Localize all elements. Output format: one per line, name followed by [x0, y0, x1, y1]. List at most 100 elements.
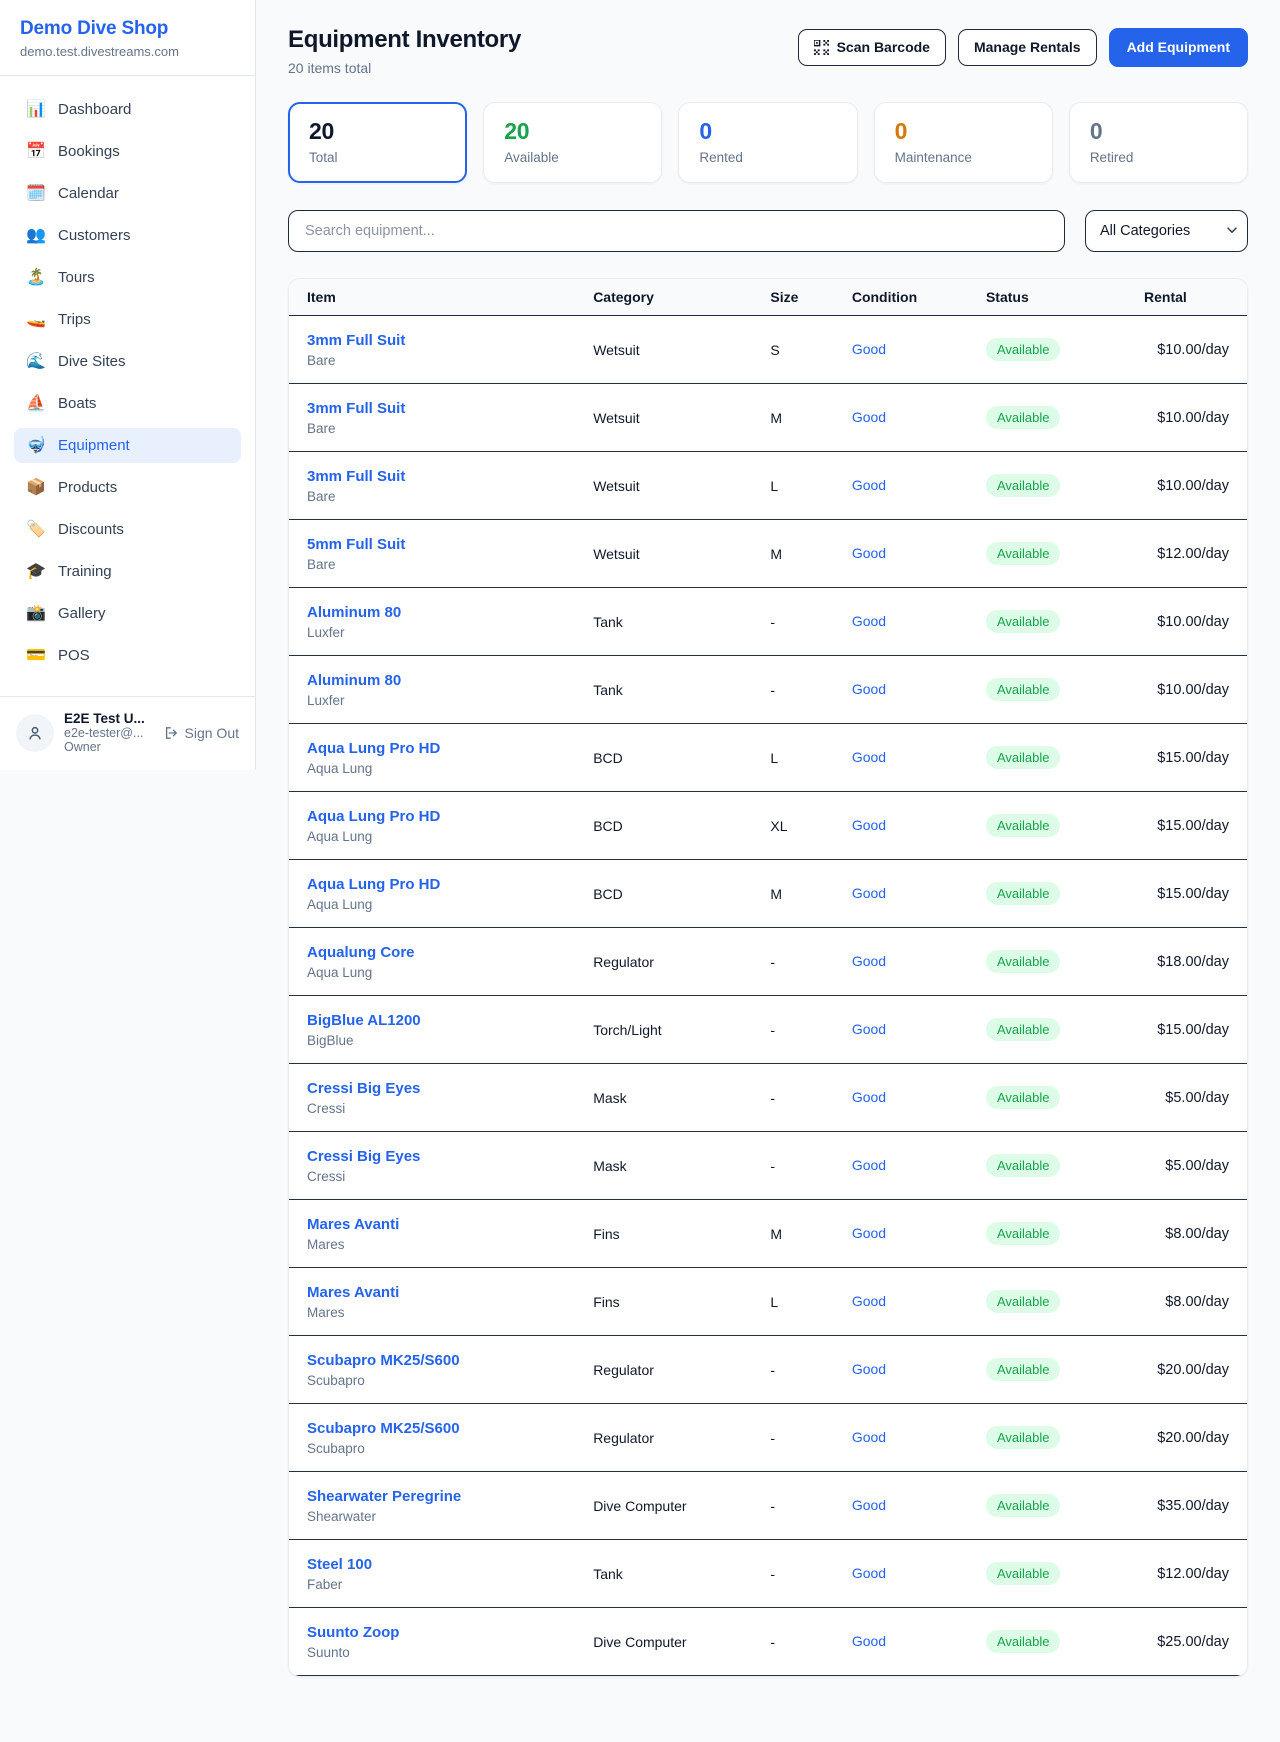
item-rental: $10.00/day — [1132, 588, 1247, 656]
brand-block[interactable]: Demo Dive Shop demo.test.divestreams.com — [0, 0, 255, 76]
sidebar-item-customers[interactable]: 👥 Customers — [14, 218, 241, 253]
stat-card-rented[interactable]: 0 Rented — [678, 102, 857, 183]
nav-item-label: Training — [58, 563, 112, 580]
sidebar-item-boats[interactable]: ⛵ Boats — [14, 386, 241, 421]
condition-link[interactable]: Good — [852, 613, 886, 629]
table-row[interactable]: Aqua Lung Pro HD Aqua Lung BCD XL Good A… — [289, 792, 1247, 860]
sidebar-item-products[interactable]: 📦 Products — [14, 470, 241, 505]
sidebar-item-equipment[interactable]: 🤿 Equipment — [14, 428, 241, 463]
sidebar-item-dive-sites[interactable]: 🌊 Dive Sites — [14, 344, 241, 379]
table-row[interactable]: Mares Avanti Mares Fins L Good Available — [289, 1268, 1247, 1336]
item-name-link[interactable]: 3mm Full Suit — [307, 468, 569, 485]
table-row[interactable]: Shearwater Peregrine Shearwater Dive Com… — [289, 1472, 1247, 1540]
condition-link[interactable]: Good — [852, 1293, 886, 1309]
item-name-link[interactable]: 5mm Full Suit — [307, 536, 569, 553]
condition-link[interactable]: Good — [852, 1225, 886, 1241]
table-row[interactable]: Aluminum 80 Luxfer Tank - Good Available — [289, 656, 1247, 724]
item-name-link[interactable]: Mares Avanti — [307, 1284, 569, 1301]
item-category: Regulator — [581, 1336, 758, 1404]
sidebar-item-trips[interactable]: 🚤 Trips — [14, 302, 241, 337]
condition-link[interactable]: Good — [852, 1089, 886, 1105]
nav-item-label: Trips — [58, 311, 91, 328]
item-size: - — [758, 1404, 839, 1472]
condition-link[interactable]: Good — [852, 953, 886, 969]
item-name-link[interactable]: 3mm Full Suit — [307, 400, 569, 417]
sidebar-item-gallery[interactable]: 📸 Gallery — [14, 596, 241, 631]
item-name-link[interactable]: Suunto Zoop — [307, 1624, 569, 1641]
item-category: Regulator — [581, 928, 758, 996]
category-select-wrap: All Categories — [1085, 210, 1248, 252]
item-name-link[interactable]: Aqua Lung Pro HD — [307, 876, 569, 893]
item-name-link[interactable]: BigBlue AL1200 — [307, 1012, 569, 1029]
table-row[interactable]: 3mm Full Suit Bare Wetsuit S Good Availa… — [289, 316, 1247, 384]
item-name-link[interactable]: Aluminum 80 — [307, 672, 569, 689]
item-name-link[interactable]: Mares Avanti — [307, 1216, 569, 1233]
condition-link[interactable]: Good — [852, 681, 886, 697]
table-row[interactable]: Scubapro MK25/S600 Scubapro Regulator - … — [289, 1336, 1247, 1404]
item-name-link[interactable]: Cressi Big Eyes — [307, 1148, 569, 1165]
condition-link[interactable]: Good — [852, 885, 886, 901]
item-name-link[interactable]: Shearwater Peregrine — [307, 1488, 569, 1505]
item-name-link[interactable]: Aqualung Core — [307, 944, 569, 961]
condition-link[interactable]: Good — [852, 1497, 886, 1513]
stat-card-total[interactable]: 20 Total — [288, 102, 467, 183]
item-category: Tank — [581, 656, 758, 724]
scan-barcode-button[interactable]: Scan Barcode — [798, 29, 946, 66]
sidebar-item-dashboard[interactable]: 📊 Dashboard — [14, 92, 241, 127]
item-name-link[interactable]: Aluminum 80 — [307, 604, 569, 621]
sign-out-button[interactable]: Sign Out — [163, 725, 239, 741]
sidebar-item-tours[interactable]: 🏝️ Tours — [14, 260, 241, 295]
category-select[interactable]: All Categories — [1085, 210, 1248, 252]
table-row[interactable]: Mares Avanti Mares Fins M Good Available — [289, 1200, 1247, 1268]
item-name-link[interactable]: 3mm Full Suit — [307, 332, 569, 349]
sidebar-item-discounts[interactable]: 🏷️ Discounts — [14, 512, 241, 547]
table-row[interactable]: 3mm Full Suit Bare Wetsuit M Good Availa… — [289, 384, 1247, 452]
condition-link[interactable]: Good — [852, 1429, 886, 1445]
table-row[interactable]: Aqua Lung Pro HD Aqua Lung BCD L Good Av… — [289, 724, 1247, 792]
search-input[interactable] — [288, 210, 1065, 252]
table-row[interactable]: 3mm Full Suit Bare Wetsuit L Good Availa… — [289, 452, 1247, 520]
stat-card-maintenance[interactable]: 0 Maintenance — [874, 102, 1053, 183]
stat-label: Maintenance — [895, 150, 1032, 165]
condition-link[interactable]: Good — [852, 1361, 886, 1377]
table-row[interactable]: Aluminum 80 Luxfer Tank - Good Available — [289, 588, 1247, 656]
condition-link[interactable]: Good — [852, 545, 886, 561]
condition-link[interactable]: Good — [852, 341, 886, 357]
nav-item-label: Products — [58, 479, 117, 496]
manage-rentals-button[interactable]: Manage Rentals — [958, 29, 1097, 66]
table-row[interactable]: Aqualung Core Aqua Lung Regulator - Good… — [289, 928, 1247, 996]
table-row[interactable]: Suunto Zoop Suunto Dive Computer - Good … — [289, 1608, 1247, 1676]
table-row[interactable]: Aqua Lung Pro HD Aqua Lung BCD M Good Av… — [289, 860, 1247, 928]
item-rental: $35.00/day — [1132, 1472, 1247, 1540]
sidebar-item-training[interactable]: 🎓 Training — [14, 554, 241, 589]
item-brand: Shearwater — [307, 1509, 569, 1524]
table-row[interactable]: 5mm Full Suit Bare Wetsuit M Good Availa… — [289, 520, 1247, 588]
condition-link[interactable]: Good — [852, 1157, 886, 1173]
nav-item-label: Gallery — [58, 605, 106, 622]
item-name-link[interactable]: Aqua Lung Pro HD — [307, 740, 569, 757]
condition-link[interactable]: Good — [852, 749, 886, 765]
table-row[interactable]: BigBlue AL1200 BigBlue Torch/Light - Goo… — [289, 996, 1247, 1064]
add-equipment-button[interactable]: Add Equipment — [1109, 28, 1248, 67]
sidebar-item-calendar[interactable]: 🗓️ Calendar — [14, 176, 241, 211]
stat-cards: 20 Total 20 Available 0 Rented 0 Mainten… — [288, 102, 1248, 183]
item-name-link[interactable]: Aqua Lung Pro HD — [307, 808, 569, 825]
item-name-link[interactable]: Cressi Big Eyes — [307, 1080, 569, 1097]
condition-link[interactable]: Good — [852, 817, 886, 833]
item-name-link[interactable]: Scubapro MK25/S600 — [307, 1352, 569, 1369]
stat-card-available[interactable]: 20 Available — [483, 102, 662, 183]
condition-link[interactable]: Good — [852, 1565, 886, 1581]
table-row[interactable]: Scubapro MK25/S600 Scubapro Regulator - … — [289, 1404, 1247, 1472]
table-row[interactable]: Cressi Big Eyes Cressi Mask - Good Avail… — [289, 1064, 1247, 1132]
stat-card-retired[interactable]: 0 Retired — [1069, 102, 1248, 183]
condition-link[interactable]: Good — [852, 1021, 886, 1037]
condition-link[interactable]: Good — [852, 409, 886, 425]
condition-link[interactable]: Good — [852, 1633, 886, 1649]
item-name-link[interactable]: Steel 100 — [307, 1556, 569, 1573]
sidebar-item-pos[interactable]: 💳 POS — [14, 638, 241, 673]
table-row[interactable]: Steel 100 Faber Tank - Good Available — [289, 1540, 1247, 1608]
sidebar-item-bookings[interactable]: 📅 Bookings — [14, 134, 241, 169]
item-name-link[interactable]: Scubapro MK25/S600 — [307, 1420, 569, 1437]
table-row[interactable]: Cressi Big Eyes Cressi Mask - Good Avail… — [289, 1132, 1247, 1200]
condition-link[interactable]: Good — [852, 477, 886, 493]
